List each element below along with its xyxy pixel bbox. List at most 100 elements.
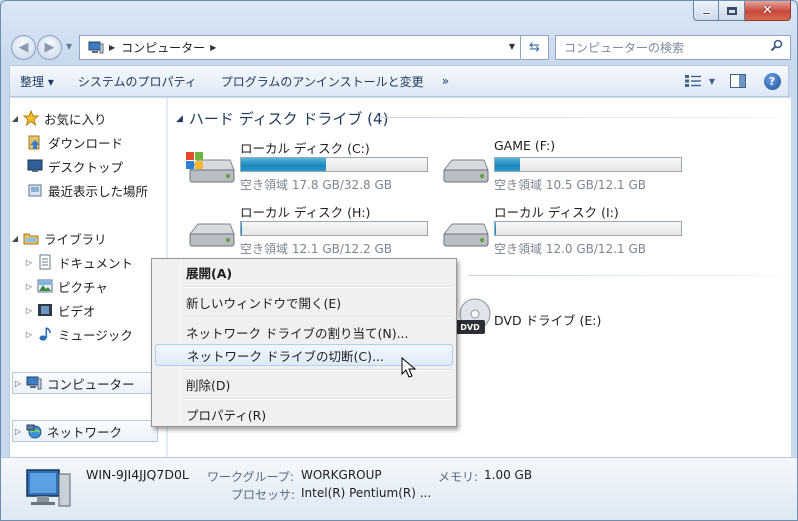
- preview-pane-button[interactable]: [720, 74, 756, 88]
- forward-button[interactable]: ▶: [37, 35, 62, 60]
- group-divider: [468, 275, 781, 276]
- desktop-icon: [26, 158, 44, 174]
- nav-documents[interactable]: ▷ ドキュメント: [24, 252, 133, 272]
- refresh-icon: ⇆: [529, 40, 540, 55]
- drive-name: ローカル ディスク (C:): [240, 141, 370, 156]
- organize-button[interactable]: 整理 ▾: [10, 73, 66, 90]
- minimize-button[interactable]: [693, 1, 719, 21]
- drive-usage-fill: [495, 222, 497, 235]
- nav-computer[interactable]: ▷ コンピューター: [12, 372, 158, 394]
- processor-label: プロセッサ:: [231, 488, 296, 502]
- nav-music-label: ミュージック: [58, 327, 133, 343]
- expand-icon[interactable]: ▷: [13, 427, 23, 436]
- menu-item-properties[interactable]: プロパティ(R): [155, 403, 453, 425]
- uninstall-program-button[interactable]: プログラムのアンインストールと変更: [209, 73, 436, 90]
- breadcrumb-computer[interactable]: コンピューター: [121, 39, 205, 56]
- expand-icon[interactable]: ▷: [13, 379, 23, 388]
- nav-desktop[interactable]: デスクトップ: [24, 156, 123, 176]
- computer-icon: [25, 375, 43, 391]
- drive-item[interactable]: ローカル ディスク (H:) 空き領域 12.1 GB/12.2 GB: [186, 202, 436, 256]
- drive-usage-fill: [241, 222, 243, 235]
- drive-name: GAME (F:): [494, 138, 556, 153]
- explorer-window: ✕ ◀ ▶ ▼ ▶ コンピューター ▶ ▼ ⇆ コンピューターの検索 整理 ▾ …: [0, 0, 798, 521]
- drive-item[interactable]: ローカル ディスク (C:) 空き領域 17.8 GB/32.8 GB: [186, 138, 436, 192]
- hard-drive-icon: [442, 159, 489, 183]
- maximize-icon: [726, 6, 737, 15]
- nav-music[interactable]: ▷ ミュージック: [24, 324, 133, 344]
- workgroup-label: ワークグループ:: [207, 470, 294, 484]
- nav-libraries[interactable]: ◢ ライブラリ: [10, 228, 107, 248]
- music-icon: [36, 326, 54, 342]
- menu-item-open-new-window[interactable]: 新しいウィンドウで開く(E): [155, 291, 453, 313]
- refresh-button[interactable]: ⇆: [521, 35, 549, 60]
- breadcrumb-separator-icon[interactable]: ▶: [210, 43, 216, 52]
- help-button[interactable]: ?: [756, 72, 788, 90]
- libraries-icon: [22, 230, 40, 246]
- drive-item[interactable]: GAME (F:) 空き領域 10.5 GB/12.1 GB: [440, 138, 690, 192]
- memory-label: メモリ:: [438, 470, 479, 484]
- expand-icon[interactable]: ▷: [24, 330, 34, 339]
- group-header-hdd-label: ハード ディスク ドライブ (4): [188, 110, 389, 128]
- help-icon: ?: [763, 72, 781, 90]
- nav-recent-places-label: 最近表示した場所: [48, 183, 149, 199]
- drive-free-space: 空き領域 10.5 GB/12.1 GB: [494, 178, 646, 192]
- drive-usage-bar: [240, 157, 428, 172]
- drive-usage-bar: [494, 221, 682, 236]
- expand-icon[interactable]: ▷: [24, 282, 34, 291]
- change-view-button[interactable]: ▼: [680, 75, 720, 87]
- nav-downloads-label: ダウンロード: [48, 135, 124, 151]
- hard-drive-icon: [188, 223, 235, 247]
- search-input[interactable]: コンピューターの検索: [564, 39, 770, 56]
- close-icon: ✕: [762, 3, 773, 18]
- dvd-drive-name: DVD ドライブ (E:): [494, 313, 602, 328]
- star-icon: [22, 110, 40, 126]
- menu-separator: [184, 286, 452, 288]
- nav-network[interactable]: ▷ ネットワーク: [12, 420, 158, 442]
- nav-desktop-label: デスクトップ: [48, 159, 124, 175]
- nav-videos-label: ビデオ: [58, 303, 96, 319]
- pictures-icon: [36, 278, 54, 294]
- collapse-icon[interactable]: ◢: [10, 114, 20, 123]
- nav-documents-label: ドキュメント: [58, 255, 134, 271]
- address-bar[interactable]: ▶ コンピューター ▶ ▼: [79, 35, 521, 60]
- group-divider: [378, 117, 781, 118]
- collapse-icon[interactable]: ◢: [10, 234, 20, 243]
- nav-recent-places[interactable]: 最近表示した場所: [24, 180, 148, 200]
- view-icon: [684, 75, 701, 87]
- expand-icon[interactable]: ▷: [24, 258, 34, 267]
- system-properties-button[interactable]: システムのプロパティ: [66, 73, 209, 90]
- menu-item-expand[interactable]: 展開(A): [155, 261, 453, 283]
- documents-icon: [36, 254, 54, 270]
- drive-name: ローカル ディスク (I:): [494, 205, 619, 220]
- maximize-button[interactable]: [719, 1, 745, 21]
- preview-pane-icon: [730, 74, 746, 88]
- nav-favorites[interactable]: ◢ お気に入り: [10, 108, 107, 128]
- recent-pages-dropdown[interactable]: ▼: [66, 42, 72, 51]
- dvd-drive-icon: DVD: [455, 298, 491, 334]
- view-dropdown-icon: ▼: [708, 76, 716, 86]
- nav-pictures[interactable]: ▷ ピクチャ: [24, 276, 108, 296]
- search-icon[interactable]: [770, 39, 790, 56]
- close-button[interactable]: ✕: [745, 1, 791, 21]
- address-dropdown-icon[interactable]: ▼: [509, 42, 515, 51]
- network-icon: [25, 423, 43, 439]
- command-bar: 整理 ▾ システムのプロパティ プログラムのアンインストールと変更 » ▼ ?: [9, 65, 789, 97]
- back-button[interactable]: ◀: [11, 35, 36, 60]
- mouse-cursor-icon: [401, 357, 417, 378]
- collapse-group-icon[interactable]: ◢: [176, 114, 183, 124]
- computer-icon: [26, 469, 71, 507]
- search-box[interactable]: コンピューターの検索: [555, 35, 791, 60]
- drive-item[interactable]: ローカル ディスク (I:) 空き領域 12.0 GB/12.1 GB: [440, 202, 690, 256]
- nav-computer-label: コンピューター: [47, 376, 135, 392]
- drive-free-space: 空き領域 12.1 GB/12.2 GB: [240, 242, 392, 256]
- more-commands-button[interactable]: »: [436, 74, 449, 88]
- nav-downloads[interactable]: ダウンロード: [24, 132, 123, 152]
- menu-item-map-network-drive[interactable]: ネットワーク ドライブの割り当て(N)...: [155, 321, 453, 343]
- group-header-hdd[interactable]: ◢ ハード ディスク ドライブ (4): [176, 108, 388, 129]
- expand-icon[interactable]: ▷: [24, 306, 34, 315]
- breadcrumb-separator-icon[interactable]: ▶: [109, 43, 115, 52]
- nav-videos[interactable]: ▷ ビデオ: [24, 300, 96, 320]
- details-pane: WIN-9JI4JJQ7D0L ワークグループ: WORKGROUP メモリ: …: [1, 457, 797, 520]
- dvd-drive-item[interactable]: DVD DVD ドライブ (E:): [455, 296, 655, 340]
- navigation-pane: ◢ お気に入り ダウンロード デスクトップ 最近表示した場所 ◢ ライブラリ ▷…: [9, 98, 167, 457]
